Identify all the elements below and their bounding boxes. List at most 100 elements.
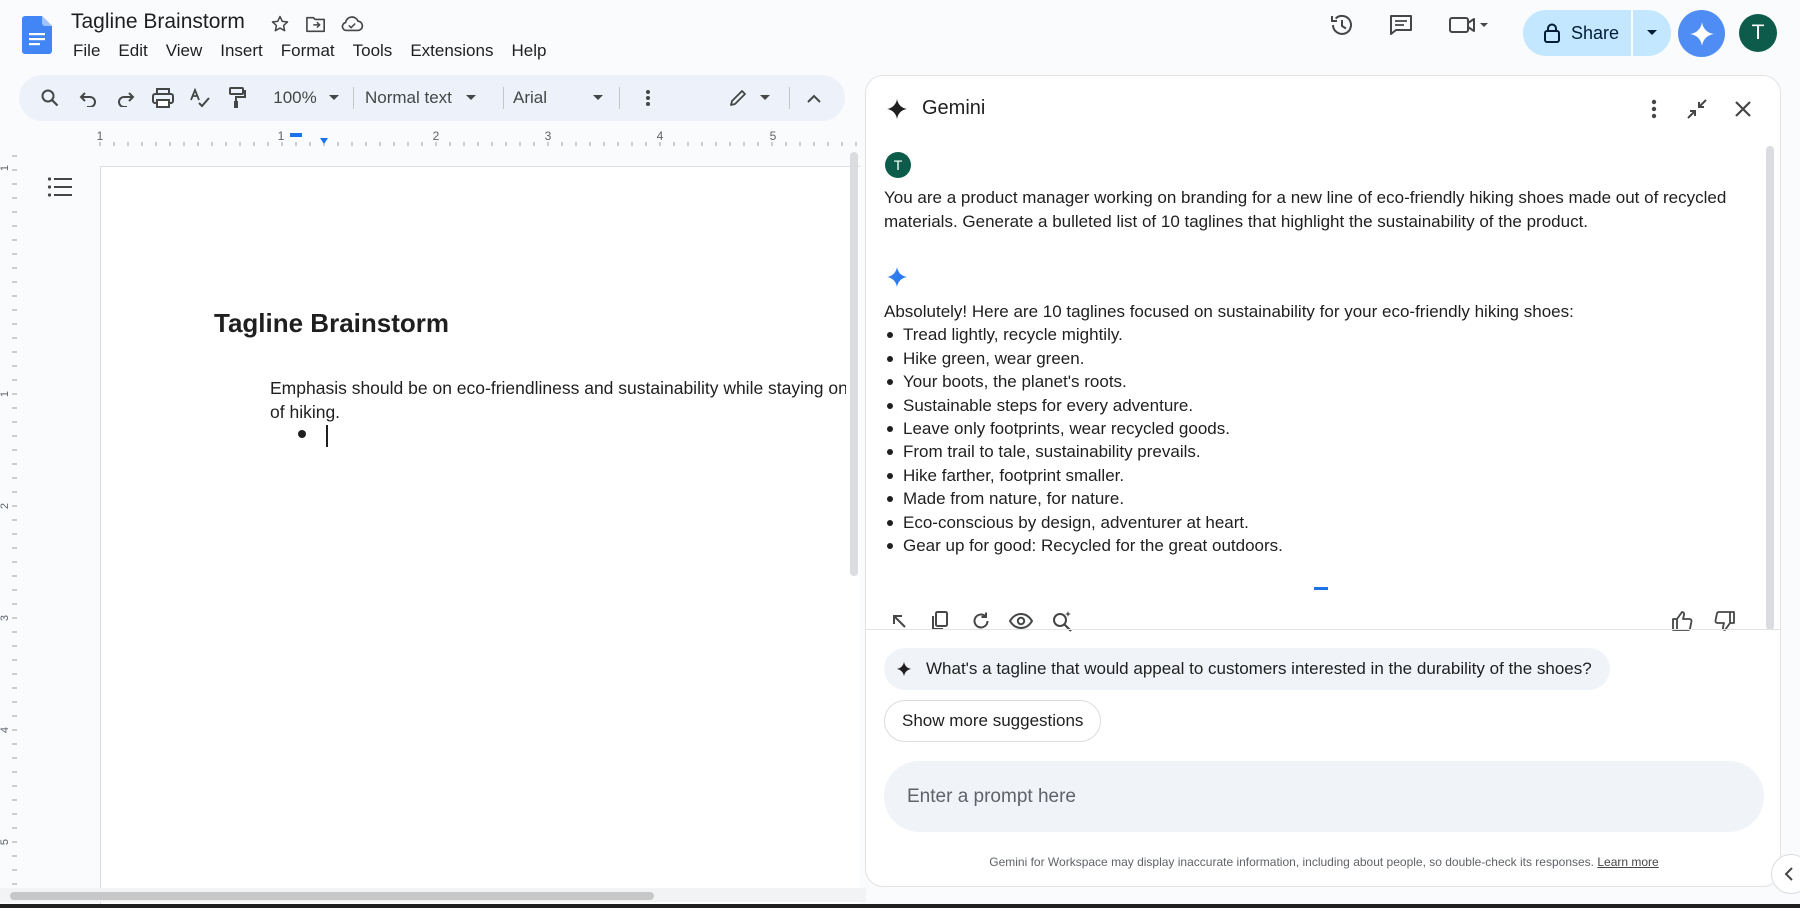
move-folder-icon[interactable] (304, 12, 328, 36)
caret-down-icon (328, 95, 339, 100)
tagline-item: Eco-conscious by design, adventurer at h… (884, 511, 1744, 534)
preview-icon[interactable] (1008, 608, 1034, 634)
search-menus-icon[interactable] (34, 75, 66, 121)
pencil-icon (730, 90, 746, 106)
menu-view[interactable]: View (157, 41, 212, 61)
gemini-scrollbar[interactable] (1766, 146, 1774, 630)
print-icon[interactable] (147, 75, 179, 121)
bullet-point (298, 430, 306, 438)
ruler-number: 3 (545, 129, 552, 143)
zoom-value: 100% (273, 88, 317, 107)
app-header: Tagline Brainstorm File Edit View Insert… (0, 0, 1800, 72)
font-value: Arial (513, 88, 548, 107)
show-more-suggestions-button[interactable]: Show more suggestions (884, 700, 1102, 742)
loading-indicator (1314, 587, 1328, 590)
prompt-input[interactable]: Enter a prompt here (884, 761, 1764, 832)
spellcheck-icon[interactable] (184, 75, 216, 121)
zoom-select[interactable]: 100% (262, 75, 350, 121)
lock-icon (1544, 23, 1560, 43)
minimize-panel-icon[interactable] (1682, 94, 1712, 124)
response-intro: Absolutely! Here are 10 taglines focused… (884, 302, 1574, 321)
suggestion-chip[interactable]: What's a tagline that would appeal to cu… (884, 648, 1610, 690)
gemini-response: Absolutely! Here are 10 taglines focused… (884, 300, 1744, 557)
gemini-button[interactable] (1678, 10, 1725, 57)
ruler-number: 1 (0, 391, 11, 397)
user-prompt: You are a product manager working on bra… (884, 186, 1744, 234)
horizontal-scrollbar[interactable] (10, 892, 654, 900)
disclaimer: Gemini for Workspace may display inaccur… (866, 855, 1780, 869)
thumbs-up-icon[interactable] (1669, 608, 1695, 634)
share-dropdown-button[interactable] (1633, 10, 1671, 56)
docs-logo-icon[interactable] (22, 16, 52, 54)
ruler-number: 1 (0, 165, 11, 171)
ruler-number: 2 (0, 503, 11, 509)
thumbs-down-icon[interactable] (1712, 608, 1738, 634)
gemini-spark-icon (896, 661, 912, 677)
paragraph-line: of hiking. (270, 402, 341, 422)
gemini-panel-title: Gemini (922, 97, 986, 119)
menu-tools[interactable]: Tools (344, 41, 402, 61)
redo-icon[interactable] (110, 75, 142, 121)
tagline-item: Sustainable steps for every adventure. (884, 394, 1744, 417)
suggestion-text: What's a tagline that would appeal to cu… (926, 659, 1592, 678)
account-avatar[interactable]: T (1739, 14, 1777, 52)
document-page[interactable] (100, 166, 860, 908)
refine-icon[interactable] (1049, 608, 1075, 634)
star-icon[interactable] (268, 12, 292, 36)
style-select[interactable]: Normal text (365, 75, 495, 121)
document-paragraph[interactable]: Emphasis should be on eco-friendliness a… (270, 376, 846, 424)
menu-edit[interactable]: Edit (109, 41, 156, 61)
left-indent-marker[interactable] (320, 138, 328, 144)
font-select[interactable]: Arial (513, 75, 623, 121)
chevron-left-icon (1784, 867, 1793, 881)
ruler-number: 1 (278, 129, 285, 143)
copy-icon[interactable] (927, 608, 953, 634)
menu-insert[interactable]: Insert (211, 41, 272, 61)
more-options-icon[interactable] (633, 75, 663, 121)
document-scrollbar[interactable] (850, 152, 858, 576)
cloud-status-icon[interactable] (340, 12, 364, 36)
ruler-number: 3 (0, 615, 11, 621)
caret-down-icon (1647, 30, 1657, 35)
caret-down-icon (760, 95, 770, 100)
style-value: Normal text (365, 88, 452, 107)
tagline-list: Tread lightly, recycle mightily. Hike gr… (884, 323, 1744, 557)
collapse-side-panel-button[interactable] (1771, 854, 1800, 894)
tagline-item: Made from nature, for nature. (884, 487, 1744, 510)
retry-icon[interactable] (968, 608, 994, 634)
formatting-toolbar: 100% Normal text Arial (19, 75, 845, 121)
menu-format[interactable]: Format (272, 41, 344, 61)
more-vert-icon[interactable] (1639, 94, 1669, 124)
menu-bar: File Edit View Insert Format Tools Exten… (64, 41, 555, 61)
menu-help[interactable]: Help (502, 41, 555, 61)
paint-format-icon[interactable] (221, 75, 253, 121)
comments-icon[interactable] (1386, 10, 1416, 40)
version-history-icon[interactable] (1327, 10, 1357, 40)
tagline-item: Tread lightly, recycle mightily. (884, 323, 1744, 346)
ruler-number: 4 (657, 129, 664, 143)
menu-file[interactable]: File (64, 41, 109, 61)
learn-more-link[interactable]: Learn more (1597, 855, 1658, 869)
document-heading[interactable]: Tagline Brainstorm (214, 308, 449, 339)
document-title[interactable]: Tagline Brainstorm (71, 10, 245, 34)
prompt-line: You are a product manager working on bra… (884, 188, 1727, 207)
gemini-spark-icon (886, 98, 908, 120)
insert-icon[interactable] (886, 608, 912, 634)
vertical-ruler[interactable]: 1 1 2 3 4 5 (0, 150, 18, 890)
first-line-indent-marker[interactable] (290, 133, 302, 137)
menu-extensions[interactable]: Extensions (401, 41, 502, 61)
horizontal-ruler[interactable]: 1 1 2 3 4 5 (96, 128, 866, 148)
ruler-number: 5 (0, 839, 11, 845)
share-button[interactable]: Share (1523, 10, 1631, 56)
collapse-menus-icon[interactable] (798, 75, 830, 121)
close-icon[interactable] (1728, 94, 1758, 124)
gemini-icon (1689, 21, 1714, 46)
meet-icon[interactable] (1448, 10, 1490, 40)
ruler-number: 2 (433, 129, 440, 143)
gemini-side-panel: Gemini T You are a product manager worki… (865, 75, 1781, 887)
undo-icon[interactable] (72, 75, 104, 121)
tagline-item: Leave only footprints, wear recycled goo… (884, 417, 1744, 440)
document-outline-icon[interactable] (47, 176, 73, 198)
tagline-item: Gear up for good: Recycled for the great… (884, 534, 1744, 557)
editing-mode-button[interactable] (719, 75, 779, 121)
